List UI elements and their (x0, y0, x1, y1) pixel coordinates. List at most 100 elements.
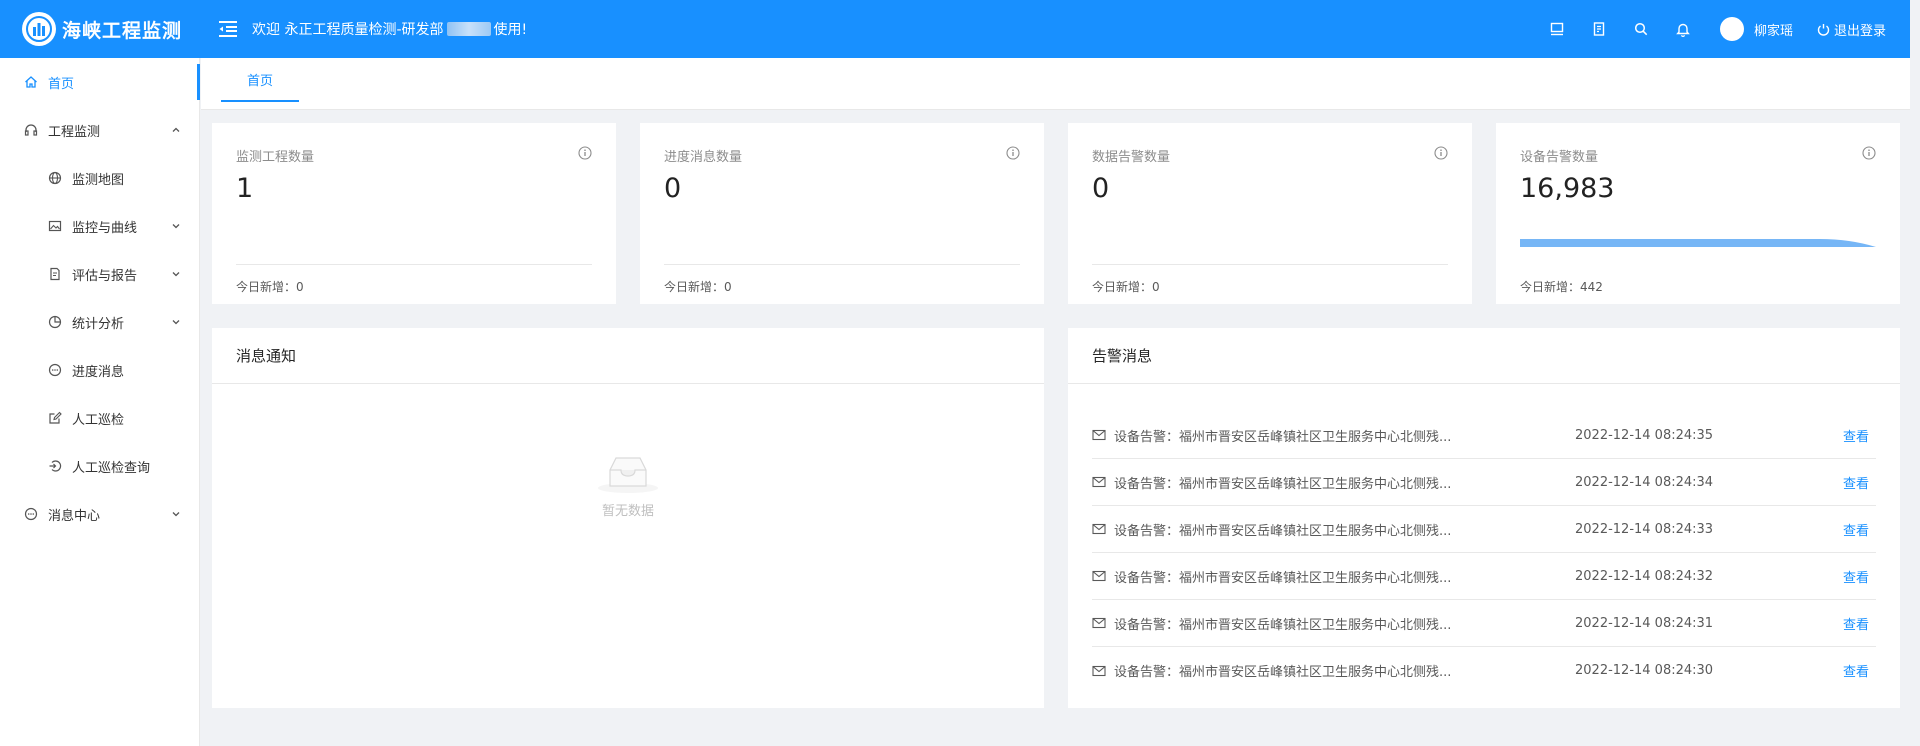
logo-text: 海峡工程监测 (62, 19, 183, 42)
tab-home[interactable]: 首页 (221, 58, 299, 102)
divider (664, 264, 1020, 265)
tab-bar: 首页 (201, 58, 1910, 110)
sidebar-item-label: 人工巡检 (72, 412, 125, 428)
chevron-down-icon (172, 320, 180, 325)
mail-icon (1092, 665, 1106, 676)
logo-emblem-icon (22, 12, 56, 46)
empty-inbox-icon (598, 457, 658, 493)
sidebar-item-manual-inspection[interactable]: 人工巡检 (0, 394, 199, 442)
alarm-list: 设备告警：福州市晋安区岳峰镇社区卫生服务中心北侧残... 2022-12-14 … (1092, 412, 1876, 694)
sidebar-item-label: 消息中心 (48, 508, 101, 524)
sidebar-item-assessment-report[interactable]: 评估与报告 (0, 250, 199, 298)
stat-card-progress: 进度消息数量 0 今日新增：0 (640, 123, 1044, 304)
redacted-block (446, 22, 491, 36)
mail-icon (1092, 429, 1106, 441)
chevron-down-icon (172, 224, 180, 229)
report-icon (48, 267, 62, 281)
monitor-icon[interactable] (1536, 0, 1578, 58)
sidebar-item-statistics[interactable]: 统计分析 (0, 298, 199, 346)
sidebar-item-monitor-map[interactable]: 监测地图 (0, 154, 199, 202)
sidebar-item-home[interactable]: 首页 (0, 58, 200, 106)
alarm-row: 设备告警：福州市晋安区岳峰镇社区卫生服务中心北侧残... 2022-12-14 … (1092, 412, 1876, 459)
stat-card-projects: 监测工程数量 1 今日新增：0 (212, 123, 616, 304)
empty-state: 暂无数据 (212, 452, 1044, 519)
info-icon[interactable] (578, 146, 592, 160)
info-icon[interactable] (1862, 146, 1876, 160)
document-icon[interactable] (1578, 0, 1620, 58)
picture-icon (48, 219, 62, 233)
sidebar-item-label: 工程监测 (48, 124, 101, 140)
chevron-down-icon (172, 272, 180, 277)
sidebar-item-label: 首页 (48, 76, 75, 92)
globe-icon (48, 171, 62, 185)
panel-title: 消息通知 (212, 328, 1044, 384)
mail-icon (1092, 570, 1106, 582)
chat-dots-icon (48, 363, 62, 377)
home-icon (24, 75, 38, 89)
stat-today: 今日新增：442 (1520, 280, 1603, 294)
info-icon[interactable] (1006, 146, 1020, 160)
info-icon[interactable] (1434, 146, 1448, 160)
sidebar-item-label: 监控与曲线 (72, 220, 138, 236)
view-link[interactable]: 查看 (1843, 661, 1869, 680)
view-link[interactable]: 查看 (1843, 520, 1869, 539)
top-header: 海峡工程监测 欢迎 永正工程质量检测-研发部 使用! 柳家瑶 退出登录 (0, 0, 1910, 58)
divider (1092, 264, 1448, 265)
power-icon (1817, 23, 1830, 36)
mail-icon (1092, 523, 1106, 535)
sidebar-item-label: 人工巡检查询 (72, 460, 151, 476)
welcome-message: 欢迎 永正工程质量检测-研发部 使用! (252, 22, 528, 38)
alarm-row: 设备告警：福州市晋安区岳峰镇社区卫生服务中心北侧残... 2022-12-14 … (1092, 600, 1876, 647)
sidebar-item-label: 监测地图 (72, 172, 125, 188)
pie-chart-icon (48, 315, 62, 329)
alarm-row: 设备告警：福州市晋安区岳峰镇社区卫生服务中心北侧残... 2022-12-14 … (1092, 459, 1876, 506)
panel-title: 告警消息 (1068, 328, 1900, 384)
search-icon[interactable] (1620, 0, 1662, 58)
stat-value: 1 (236, 173, 254, 204)
chevron-down-icon (172, 512, 180, 517)
alarm-row: 设备告警：福州市晋安区岳峰镇社区卫生服务中心北侧残... 2022-12-14 … (1092, 553, 1876, 600)
stat-card-data-alarm: 数据告警数量 0 今日新增：0 (1068, 123, 1472, 304)
stat-value: 0 (1092, 173, 1110, 204)
menu-fold-icon[interactable] (217, 18, 239, 40)
chat-dots-icon (24, 507, 38, 521)
stat-today: 今日新增：0 (664, 280, 732, 294)
edit-icon (48, 411, 62, 425)
chevron-up-icon (172, 127, 180, 132)
bell-icon[interactable] (1662, 0, 1704, 58)
logo[interactable]: 海峡工程监测 (0, 12, 200, 46)
sidebar-item-monitor-curve[interactable]: 监控与曲线 (0, 202, 199, 250)
alarm-row: 设备告警：福州市晋安区岳峰镇社区卫生服务中心北侧残... 2022-12-14 … (1092, 647, 1876, 694)
headset-icon (24, 123, 38, 137)
sidebar-item-label: 进度消息 (72, 364, 125, 380)
view-link[interactable]: 查看 (1843, 614, 1869, 633)
user-menu[interactable]: 柳家瑶 (1719, 17, 1793, 41)
avatar (1719, 17, 1744, 41)
trend-area-chart (1520, 239, 1876, 247)
stat-today: 今日新增：0 (1092, 280, 1160, 294)
logout-button[interactable]: 退出登录 (1817, 20, 1886, 39)
sidebar-item-label: 统计分析 (72, 316, 125, 332)
empty-text: 暂无数据 (601, 504, 654, 519)
sidebar-item-inspection-query[interactable]: 人工巡检查询 (0, 442, 199, 490)
alarm-row: 设备告警：福州市晋安区岳峰镇社区卫生服务中心北侧残... 2022-12-14 … (1092, 506, 1876, 553)
alarm-panel: 告警消息 设备告警：福州市晋安区岳峰镇社区卫生服务中心北侧残... 2022-1… (1068, 328, 1900, 708)
sidebar-item-label: 评估与报告 (72, 268, 138, 284)
stat-card-device-alarm: 设备告警数量 16,983 今日新增：442 (1496, 123, 1900, 304)
mail-icon (1092, 476, 1106, 488)
divider (236, 264, 592, 265)
stat-today: 今日新增：0 (236, 280, 304, 294)
enter-icon (48, 459, 62, 473)
view-link[interactable]: 查看 (1843, 567, 1869, 586)
view-link[interactable]: 查看 (1843, 473, 1869, 492)
view-link[interactable]: 查看 (1843, 426, 1869, 445)
sidebar: 首页 工程监测 监测地图 监控与曲线 评估与报告 统计分析 进度消息 人工巡检 … (0, 58, 200, 746)
sidebar-item-message-center[interactable]: 消息中心 (0, 490, 199, 538)
sidebar-item-progress-message[interactable]: 进度消息 (0, 346, 199, 394)
notice-panel: 消息通知 暂无数据 (212, 328, 1044, 708)
mail-icon (1092, 617, 1106, 629)
stat-value: 16,983 (1520, 173, 1615, 204)
stat-value: 0 (664, 173, 682, 204)
username: 柳家瑶 (1753, 23, 1793, 39)
sidebar-item-engineering-monitor[interactable]: 工程监测 (0, 106, 199, 154)
